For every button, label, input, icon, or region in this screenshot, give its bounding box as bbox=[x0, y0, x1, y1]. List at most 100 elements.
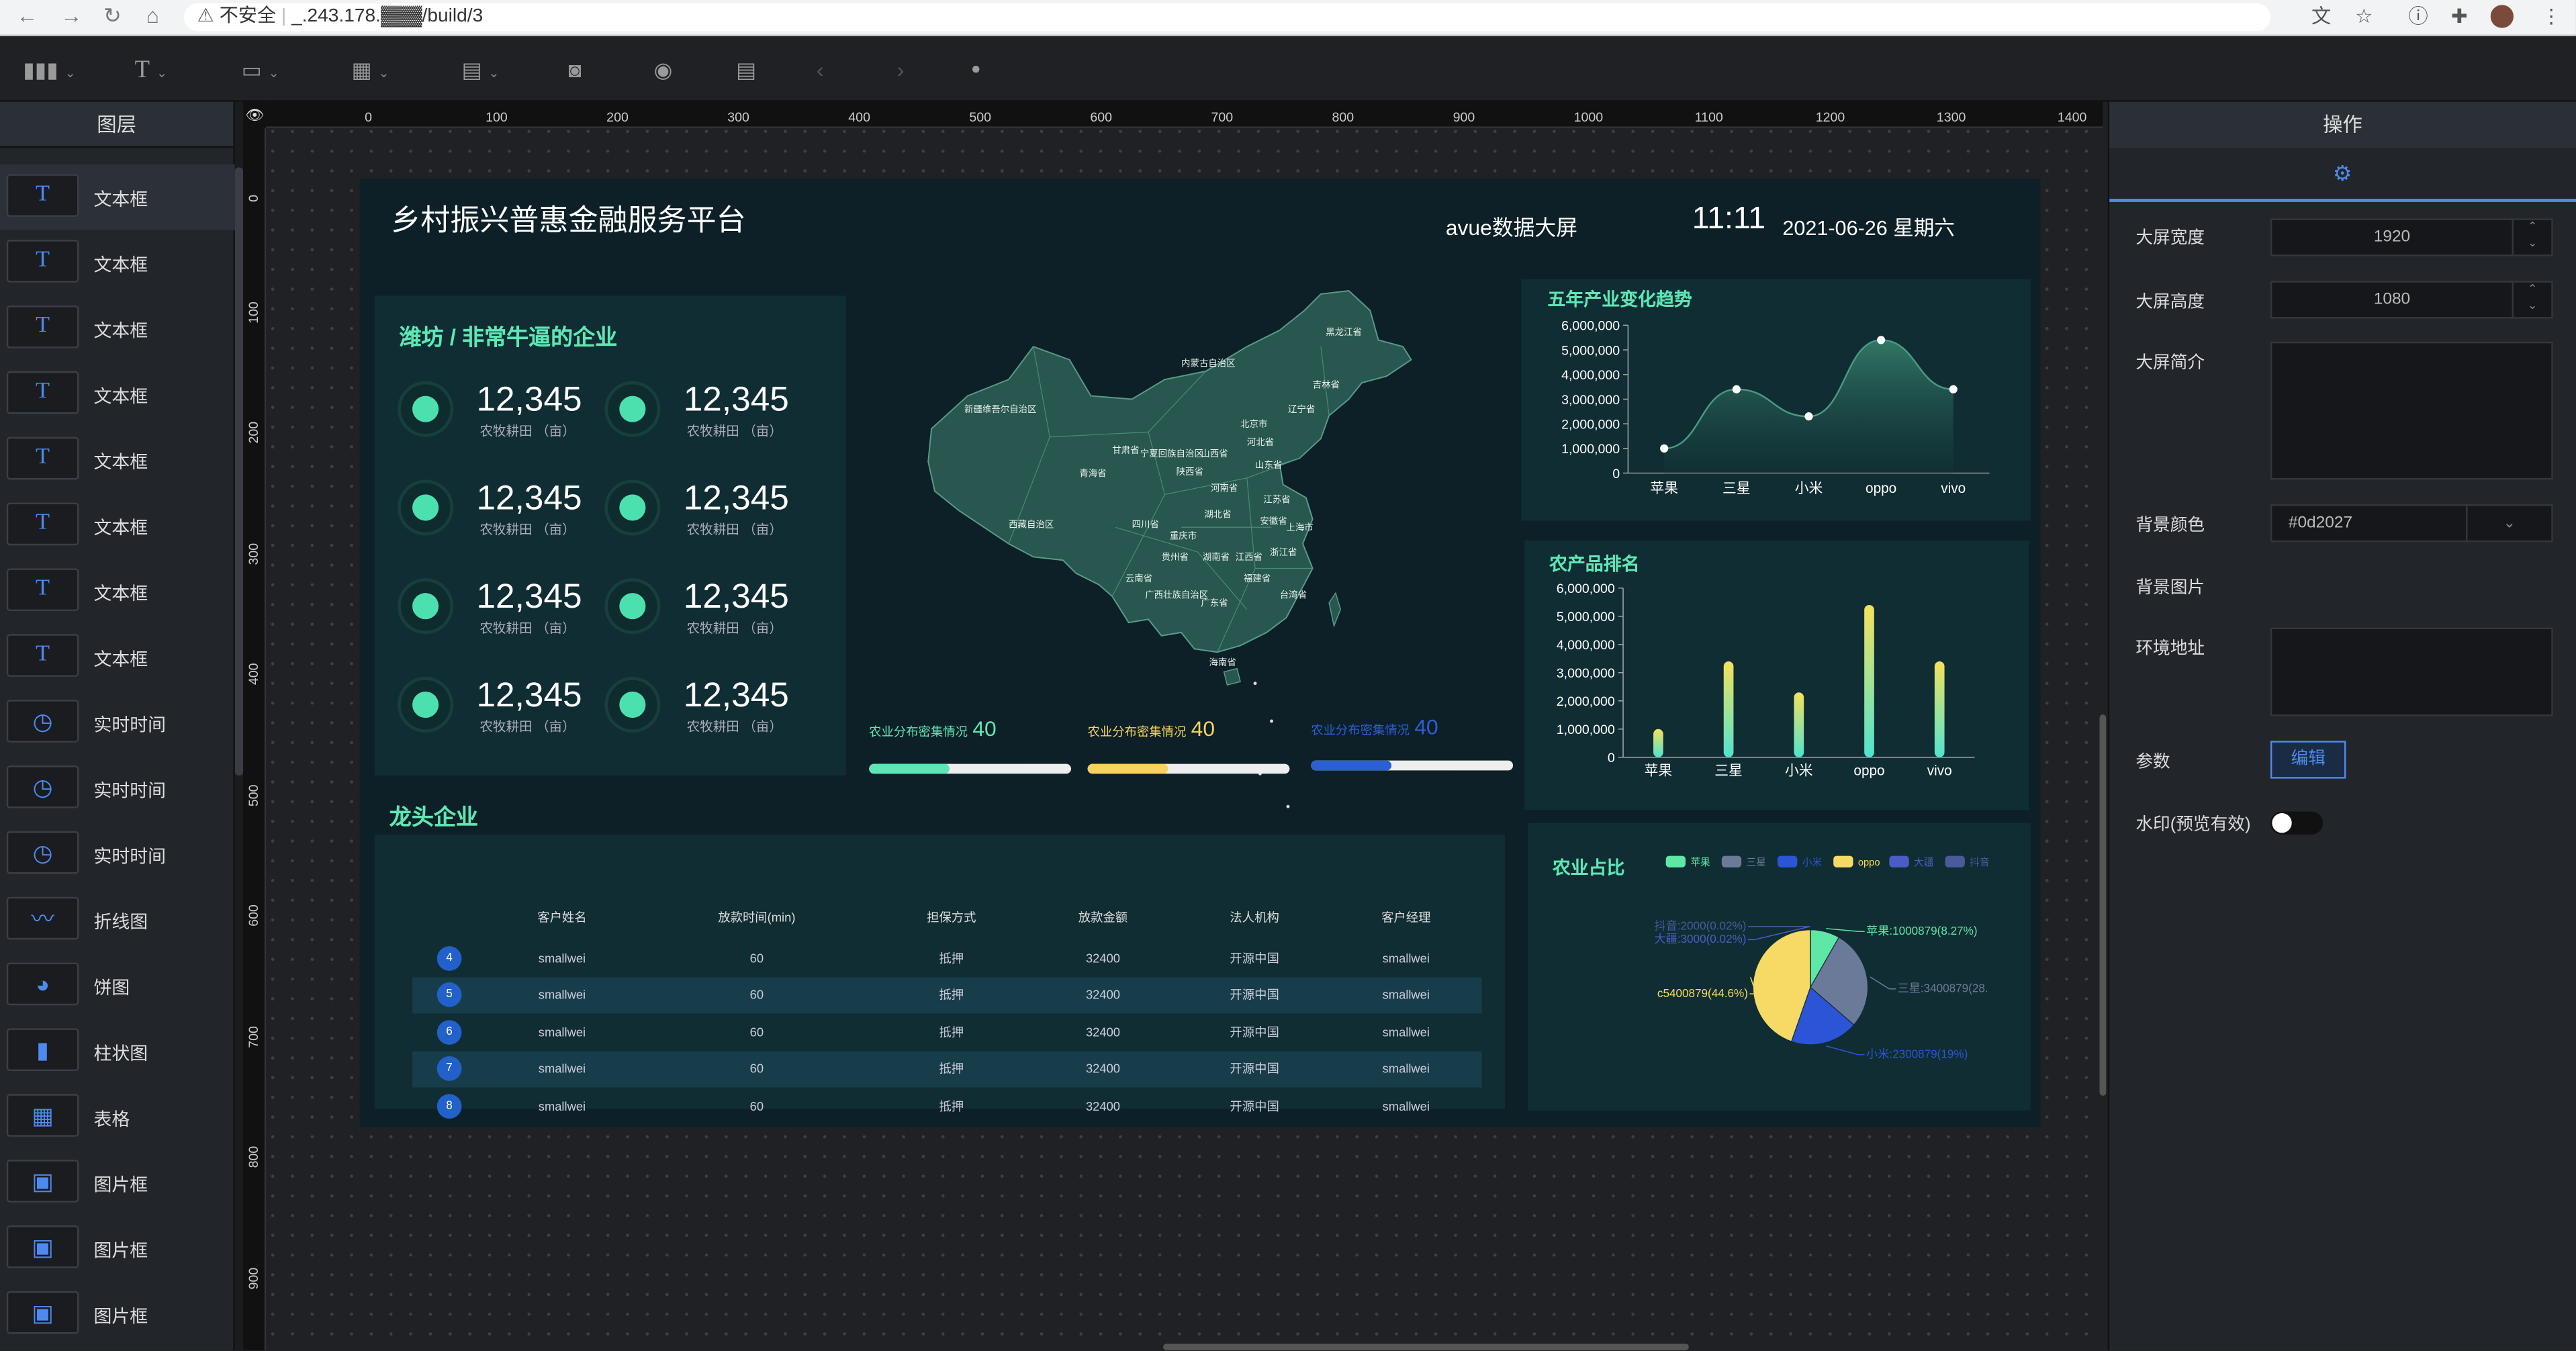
height-input[interactable]: 1080 ⌃ ⌄ bbox=[2270, 281, 2553, 319]
bar[interactable] bbox=[1723, 661, 1734, 757]
property-tab[interactable]: ⚙ bbox=[2109, 148, 2576, 202]
legend-swatch[interactable] bbox=[1945, 855, 1965, 868]
layer-item[interactable]: 〰折线图 bbox=[0, 887, 235, 953]
leader-table-panel[interactable]: 客户姓名 放款时间(min) 担保方式 放款金额 法人机构 客户经理 4 smallwei 6… bbox=[374, 834, 1505, 1119]
layer-item[interactable]: ▣ 图片框 bbox=[0, 1281, 235, 1347]
intro-textarea[interactable] bbox=[2270, 341, 2553, 480]
legend-swatch[interactable] bbox=[1721, 855, 1742, 868]
ruler-tick: 700 bbox=[1211, 109, 1234, 125]
camera-icon[interactable]: ◙ bbox=[568, 58, 581, 84]
bookmark-star-icon[interactable]: ☆ bbox=[2352, 5, 2375, 28]
width-input[interactable]: 1920 ⌃ ⌄ bbox=[2270, 218, 2553, 257]
back-icon[interactable]: ← bbox=[16, 3, 38, 28]
data-point[interactable] bbox=[1804, 412, 1813, 421]
reload-icon[interactable]: ↻ bbox=[103, 3, 122, 30]
layer-item[interactable]: T 文本框 bbox=[0, 427, 235, 493]
legend-swatch[interactable] bbox=[1778, 855, 1798, 868]
stat-item[interactable]: 12,345 农牧耕田 （亩） bbox=[604, 381, 802, 460]
chart-tool-icon[interactable]: ▮▮▮ ⌄ bbox=[23, 58, 76, 84]
canvas-scrollbar[interactable] bbox=[2099, 714, 2107, 1096]
forward-icon[interactable]: → bbox=[61, 3, 83, 28]
more-icon[interactable]: ⋮ bbox=[2540, 5, 2563, 28]
table-row[interactable]: 5 smallwei 60 抵押 32400 开源中国 smallwei bbox=[412, 976, 1482, 1014]
layer-item[interactable]: T 文本框 bbox=[0, 230, 235, 295]
translate-icon[interactable]: 文 bbox=[2310, 5, 2333, 28]
data-point[interactable] bbox=[1660, 444, 1669, 453]
layer-item[interactable]: ▮ 柱状图 bbox=[0, 1019, 235, 1084]
legend-swatch[interactable] bbox=[1833, 855, 1853, 868]
color-picker-icon[interactable]: ⌄ bbox=[2466, 506, 2551, 541]
settings-gear-icon[interactable]: ⚙ bbox=[2333, 161, 2352, 187]
table-row[interactable]: 8 smallwei 60 抵押 32400 开源中国 smallwei bbox=[412, 1088, 1482, 1125]
data-point[interactable] bbox=[1877, 336, 1886, 344]
home-icon[interactable]: ⌂ bbox=[146, 3, 159, 28]
layer-item[interactable]: T 文本框 bbox=[0, 361, 235, 427]
redo-icon[interactable]: › bbox=[897, 58, 905, 84]
preview-eye-icon[interactable]: ◉ bbox=[654, 58, 673, 84]
address-bar[interactable]: ⚠ 不安全 | _.243.178.▓▓▓/build/3 bbox=[183, 3, 2270, 32]
bar[interactable] bbox=[1864, 605, 1874, 757]
company-panel[interactable]: 潍坊 / 非常牛逼的企业 12,345 农牧耕田 （亩） 12,345 农牧耕田 （亩… bbox=[374, 295, 846, 776]
ranking-chart-panel[interactable]: 农产品排名 6,000,000 5,000,000 4,000,000 3,000,0… bbox=[1524, 540, 2029, 810]
trend-chart-panel[interactable]: 五年产业变化趋势 6,000,000 5,000,000 4,000,000 3,00… bbox=[1521, 279, 2031, 521]
watermark-toggle[interactable] bbox=[2270, 811, 2324, 835]
screen-title[interactable]: 乡村振兴普惠金融服务平台 bbox=[391, 197, 745, 240]
stat-item[interactable]: 12,345 农牧耕田 （亩） bbox=[398, 676, 595, 755]
height-stepper-icon[interactable]: ⌃ ⌄ bbox=[2512, 282, 2552, 318]
document-icon[interactable]: ▤ bbox=[736, 58, 756, 84]
canvas-h-scrollbar[interactable] bbox=[1163, 1344, 1689, 1350]
extensions-icon[interactable]: ✚ bbox=[2448, 5, 2471, 28]
layer-item[interactable]: T 文本框 bbox=[0, 493, 235, 559]
image-icon: ▣ bbox=[6, 1291, 79, 1334]
layer-item[interactable]: ◕ 饼图 bbox=[0, 953, 235, 1019]
china-map[interactable]: 新疆维吾尔自治区 内蒙古自治区 黑龙江省 吉林省 辽宁省 北京市 河北省 甘肃省 宁夏回族自治区… bbox=[919, 281, 1428, 823]
screen-subtitle[interactable]: avue数据大屏 bbox=[1446, 210, 1577, 241]
table-tool-icon[interactable]: ▤ ⌄ bbox=[461, 58, 499, 84]
info-dot-icon[interactable]: ● bbox=[971, 58, 981, 84]
stat-item[interactable]: 12,345 农牧耕田 （亩） bbox=[398, 578, 595, 657]
bg-color-input[interactable]: #0d2027 ⌄ bbox=[2270, 504, 2553, 543]
edit-param-button[interactable]: 编辑 bbox=[2270, 741, 2346, 779]
avatar[interactable] bbox=[2490, 5, 2514, 28]
table-row[interactable]: 4 smallwei 60 抵押 32400 开源中国 smallwei bbox=[412, 939, 1482, 976]
bar[interactable] bbox=[1794, 692, 1804, 757]
data-point[interactable] bbox=[1732, 385, 1741, 393]
layer-item[interactable]: ◷ 实时时间 bbox=[0, 821, 235, 887]
realtime-clock[interactable]: 11:11 bbox=[1692, 202, 1765, 238]
big-screen[interactable]: 乡村振兴普惠金融服务平台 avue数据大屏 11:11 2021-06-26 星… bbox=[359, 179, 2041, 1127]
stat-item[interactable]: 12,345 农牧耕田 （亩） bbox=[604, 578, 802, 657]
stat-item[interactable]: 12,345 农牧耕田 （亩） bbox=[398, 479, 595, 558]
width-stepper-icon[interactable]: ⌃ ⌄ bbox=[2512, 220, 2552, 255]
ruler-eye-icon[interactable]: 👁 bbox=[243, 101, 267, 128]
bar[interactable] bbox=[1934, 661, 1945, 757]
undo-icon[interactable]: ‹ bbox=[817, 58, 824, 84]
layer-item[interactable]: T 文本框 bbox=[0, 164, 235, 230]
layer-item[interactable]: ◷ 实时时间 bbox=[0, 755, 235, 821]
data-point[interactable] bbox=[1949, 385, 1958, 393]
realtime-date[interactable]: 2021-06-26 星期六 bbox=[1782, 210, 1955, 241]
stat-item[interactable]: 12,345 农牧耕田 （亩） bbox=[604, 479, 802, 558]
layer-item[interactable]: ◷ 实时时间 bbox=[0, 690, 235, 755]
layer-item[interactable]: ▣ 图片框 bbox=[0, 1150, 235, 1215]
info-icon[interactable]: ⓘ bbox=[2407, 5, 2430, 28]
pie-chart-panel[interactable]: 农业占比 苹果 三星 小米 oppo 大疆 抖音 苹果:1000879(8.27%) 三星:3… bbox=[1528, 823, 2031, 1111]
layer-item[interactable]: T 文本框 bbox=[0, 295, 235, 361]
layer-item[interactable]: ▣ 图片框 bbox=[0, 1215, 235, 1281]
image-tool-icon[interactable]: ▭ ⌄ bbox=[242, 58, 279, 84]
layer-scrollbar[interactable] bbox=[234, 101, 244, 1350]
legend-swatch[interactable] bbox=[1665, 855, 1686, 868]
env-textarea[interactable] bbox=[2270, 627, 2553, 716]
text-tool-icon[interactable]: T ⌄ bbox=[135, 58, 168, 84]
table-row[interactable]: 7 smallwei 60 抵押 32400 开源中国 smallwei bbox=[412, 1050, 1482, 1088]
bar[interactable] bbox=[1653, 729, 1663, 757]
legend-swatch[interactable] bbox=[1889, 855, 1909, 868]
layer-item[interactable]: T 文本框 bbox=[0, 624, 235, 690]
layer-scrollbar-thumb[interactable] bbox=[234, 167, 244, 776]
stat-item[interactable]: 12,345 农牧耕田 （亩） bbox=[398, 381, 595, 460]
table-row[interactable]: 6 smallwei 60 抵押 32400 开源中国 smallwei bbox=[412, 1013, 1482, 1050]
layer-item[interactable]: T 文本框 bbox=[0, 559, 235, 624]
layer-item[interactable]: ▦ 表格 bbox=[0, 1084, 235, 1150]
watermark-label: 水印(预览有效) bbox=[2135, 814, 2251, 835]
widget-tool-icon[interactable]: ▦ ⌄ bbox=[352, 58, 389, 84]
stat-item[interactable]: 12,345 农牧耕田 （亩） bbox=[604, 676, 802, 755]
